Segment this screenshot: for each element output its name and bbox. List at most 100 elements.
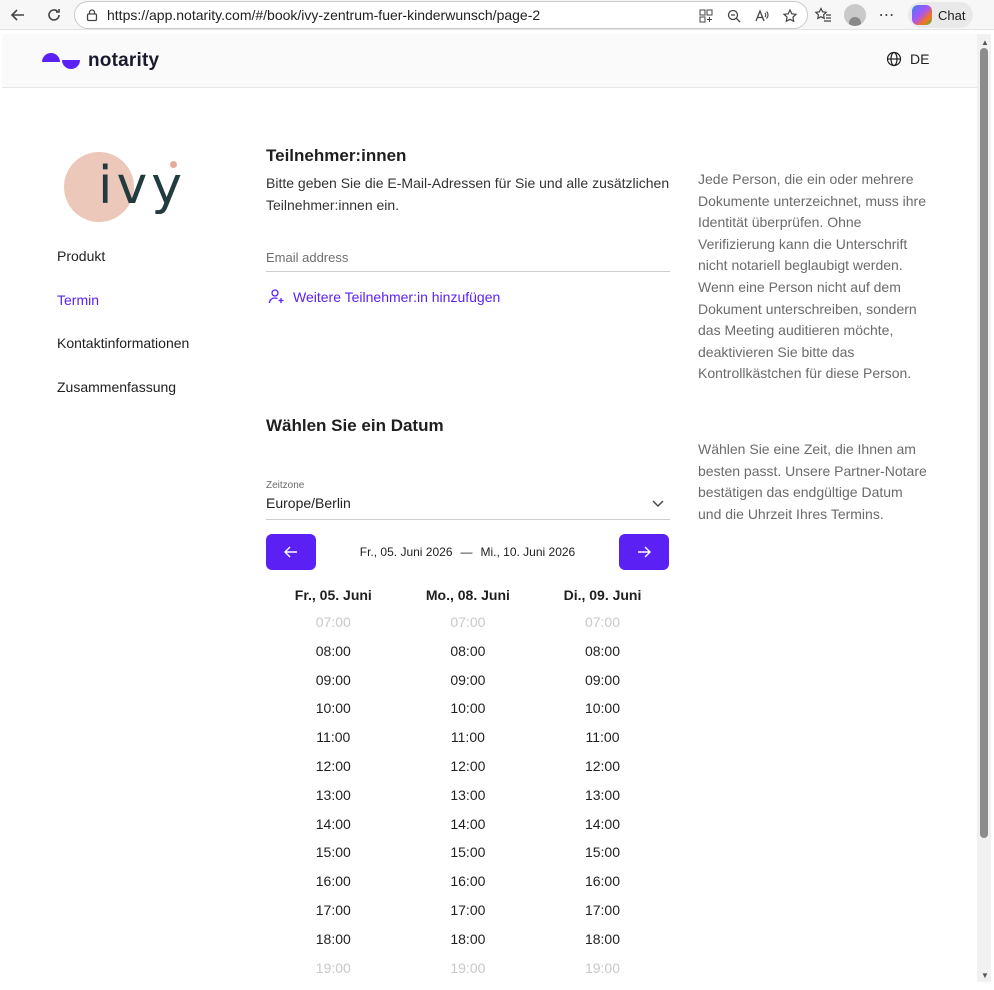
previous-week-button[interactable] (266, 534, 316, 570)
booking-form: Teilnehmer:innen Bitte geben Sie die E-M… (266, 146, 670, 976)
time-slot[interactable]: 10:00 (535, 696, 670, 725)
more-options-icon[interactable]: ⋯ (876, 4, 898, 26)
time-slot: 19:00 (584, 959, 620, 976)
time-slot[interactable]: 08:00 (401, 639, 536, 668)
time-slot: 07:00 (584, 614, 620, 630)
day-header: Fr., 05. Juni (294, 587, 372, 603)
scrollbar-thumb[interactable] (980, 48, 988, 838)
reload-icon (48, 8, 60, 21)
participants-title: Teilnehmer:innen (266, 146, 407, 165)
day-header: Di., 09. Juni (563, 587, 642, 603)
reload-button[interactable] (36, 0, 72, 30)
time-slot[interactable]: 16:00 (266, 869, 401, 898)
time-slot[interactable]: 12:00 (535, 754, 670, 783)
read-aloud-icon[interactable] (751, 5, 773, 27)
time-slot[interactable]: 13:00 (535, 783, 670, 812)
sidebar-item-termin[interactable]: Termin (57, 292, 189, 336)
time-slot[interactable]: 16:00 (401, 869, 536, 898)
page-scrollbar[interactable]: ▲ ▼ (977, 34, 991, 982)
back-arrow-icon (10, 8, 24, 21)
time-slot[interactable]: 18:00 (535, 927, 670, 956)
time-slot[interactable]: 11:00 (266, 725, 401, 754)
time-slot[interactable]: 13:00 (401, 783, 536, 812)
timezone-value: Europe/Berlin (266, 495, 351, 511)
time-slot[interactable]: 17:00 (535, 898, 670, 927)
time-slot[interactable]: 15:00 (266, 840, 401, 869)
next-week-button[interactable] (619, 534, 669, 570)
arrow-left-icon (284, 546, 297, 558)
range-end: Mi., 10. Juni 2026 (480, 545, 576, 559)
add-person-icon (268, 289, 284, 304)
email-input[interactable] (266, 244, 670, 272)
time-slot[interactable]: 18:00 (266, 927, 401, 956)
time-slot: 19:00 (315, 959, 351, 976)
page-viewport: notarity DE ivy Produkt Termin Kontaktin… (2, 34, 977, 982)
sidebar-item-kontaktinformationen[interactable]: Kontaktinformationen (57, 335, 189, 379)
lock-icon (86, 9, 98, 22)
time-slot[interactable]: 12:00 (266, 754, 401, 783)
time-slot: 07:00 (450, 614, 486, 630)
time-slot[interactable]: 17:00 (266, 898, 401, 927)
time-slot[interactable]: 10:00 (266, 696, 401, 725)
time-slot[interactable]: 12:00 (401, 754, 536, 783)
time-slot: 19:00 (450, 959, 486, 976)
range-separator: — (460, 545, 473, 559)
address-bar[interactable]: https://app.notarity.com/#/book/ivy-zent… (74, 1, 808, 29)
time-slot: 07:00 (315, 614, 351, 630)
time-slot[interactable]: 14:00 (535, 812, 670, 841)
chevron-down-icon (652, 500, 664, 507)
scroll-up-icon[interactable]: ▲ (981, 38, 989, 47)
time-slot[interactable]: 11:00 (401, 725, 536, 754)
ivy-brand-logo: ivy (64, 152, 204, 224)
browser-toolbar: https://app.notarity.com/#/book/ivy-zent… (0, 0, 994, 30)
participants-description: Bitte geben Sie die E-Mail-Adressen für … (266, 175, 670, 213)
range-start: Fr., 05. Juni 2026 (359, 545, 453, 559)
time-slot[interactable]: 11:00 (535, 725, 670, 754)
favorites-icon[interactable] (812, 4, 834, 26)
time-slot[interactable]: 15:00 (535, 840, 670, 869)
chat-label: Chat (938, 7, 966, 23)
timezone-select[interactable]: Europe/Berlin (266, 495, 670, 520)
time-slot[interactable]: 15:00 (401, 840, 536, 869)
sidebar-item-zusammenfassung[interactable]: Zusammenfassung (57, 379, 189, 423)
language-switcher[interactable]: DE (886, 51, 929, 67)
time-slot[interactable]: 16:00 (535, 869, 670, 898)
notarity-logo-mark (42, 50, 82, 72)
globe-icon (886, 51, 902, 67)
add-participant-link[interactable]: Weitere Teilnehmer:in hinzufügen (268, 288, 500, 305)
notarity-logo[interactable]: notarity (42, 50, 159, 72)
day-column: Di., 09. Juni 07:00 08:00 09:00 10:00 11:00 12… (535, 584, 670, 982)
day-header: Mo., 08. Juni (425, 587, 510, 603)
app-header: notarity DE (2, 34, 977, 88)
participants-info: Jede Person, die ein oder mehrere Dokume… (698, 171, 926, 382)
sidebar-nav: Produkt Termin Kontaktinformationen Zusa… (57, 248, 189, 422)
date-info: Wählen Sie eine Zeit, die Ihnen am beste… (698, 441, 927, 522)
time-slot[interactable]: 09:00 (401, 668, 536, 697)
time-slot[interactable]: 13:00 (266, 783, 401, 812)
notarity-logo-text: notarity (88, 50, 160, 71)
profile-avatar[interactable] (844, 4, 866, 26)
arrow-right-icon (638, 546, 651, 558)
time-slot[interactable]: 08:00 (266, 639, 401, 668)
time-slot[interactable]: 09:00 (266, 668, 401, 697)
back-button[interactable] (0, 0, 36, 30)
time-slot[interactable]: 14:00 (401, 812, 536, 841)
scroll-down-icon[interactable]: ▼ (981, 971, 989, 980)
sidebar-item-produkt[interactable]: Produkt (57, 248, 189, 292)
zoom-icon[interactable] (723, 5, 745, 27)
time-slot[interactable]: 08:00 (535, 639, 670, 668)
date-section-title: Wählen Sie ein Datum (266, 416, 444, 435)
favorite-star-icon[interactable] (779, 5, 801, 27)
language-label: DE (910, 51, 930, 67)
app-available-icon[interactable] (695, 5, 717, 27)
copilot-chat-button[interactable]: Chat (908, 2, 974, 28)
day-column: Fr., 05. Juni 07:00 08:00 09:00 10:00 11:00 12… (266, 584, 401, 982)
time-slot-grid: Fr., 05. Juni 07:00 08:00 09:00 10:00 11:00 12… (266, 584, 670, 982)
time-slot[interactable]: 09:00 (535, 668, 670, 697)
time-slot[interactable]: 10:00 (401, 696, 536, 725)
add-participant-label: Weitere Teilnehmer:in hinzufügen (293, 288, 501, 305)
time-slot[interactable]: 18:00 (401, 927, 536, 956)
time-slot[interactable]: 17:00 (401, 898, 536, 927)
time-slot[interactable]: 14:00 (266, 812, 401, 841)
url-text: https://app.notarity.com/#/book/ivy-zent… (107, 7, 541, 23)
